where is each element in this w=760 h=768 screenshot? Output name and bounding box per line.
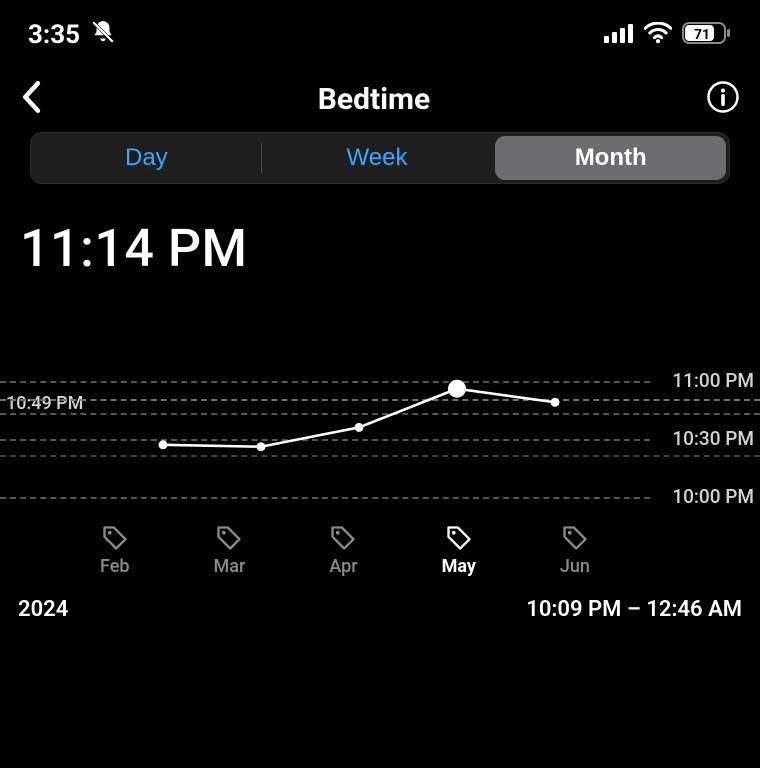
- x-axis-label: Feb: [100, 556, 130, 577]
- tag-icon: [101, 524, 129, 552]
- tag-icon: [329, 524, 357, 552]
- segment-day[interactable]: Day: [31, 133, 262, 183]
- x-axis-month-jun[interactable]: Jun: [560, 524, 590, 577]
- status-bar: 3:35 71: [0, 0, 760, 62]
- battery-indicator: 71: [682, 21, 732, 49]
- footer-range: 10:09 PM – 12:46 AM: [526, 597, 742, 622]
- segment-month[interactable]: Month: [495, 136, 726, 180]
- nav-bar: Bedtime: [0, 62, 760, 126]
- segment-week[interactable]: Week: [262, 133, 493, 183]
- time-range-segment: Day Week Month: [30, 132, 730, 184]
- x-axis-label: May: [442, 556, 476, 577]
- page-title: Bedtime: [318, 82, 431, 117]
- tag-icon: [445, 524, 473, 552]
- headline-bedtime: 11:14 PM: [0, 184, 760, 289]
- x-axis-label: Mar: [214, 556, 246, 577]
- wifi-icon: [644, 22, 672, 48]
- tag-icon: [215, 524, 243, 552]
- x-axis-month-apr[interactable]: Apr: [329, 524, 357, 577]
- cellular-icon: [604, 23, 634, 47]
- footer-year: 2024: [18, 597, 68, 622]
- status-time: 3:35: [28, 20, 80, 50]
- x-axis-month-mar[interactable]: Mar: [214, 524, 246, 577]
- back-button[interactable]: [20, 81, 42, 117]
- x-axis-month-may[interactable]: May: [442, 524, 476, 577]
- x-axis-label: Jun: [560, 556, 590, 577]
- battery-pct: 71: [694, 27, 710, 43]
- tag-icon: [561, 524, 589, 552]
- x-axis-label: Apr: [329, 556, 357, 577]
- info-button[interactable]: [706, 80, 740, 118]
- bedtime-chart: 10:49 PM 11:00 PM 10:30 PM 10:00 PM FebM…: [0, 317, 760, 577]
- x-axis-month-feb[interactable]: Feb: [100, 524, 130, 577]
- silent-icon: [90, 19, 116, 52]
